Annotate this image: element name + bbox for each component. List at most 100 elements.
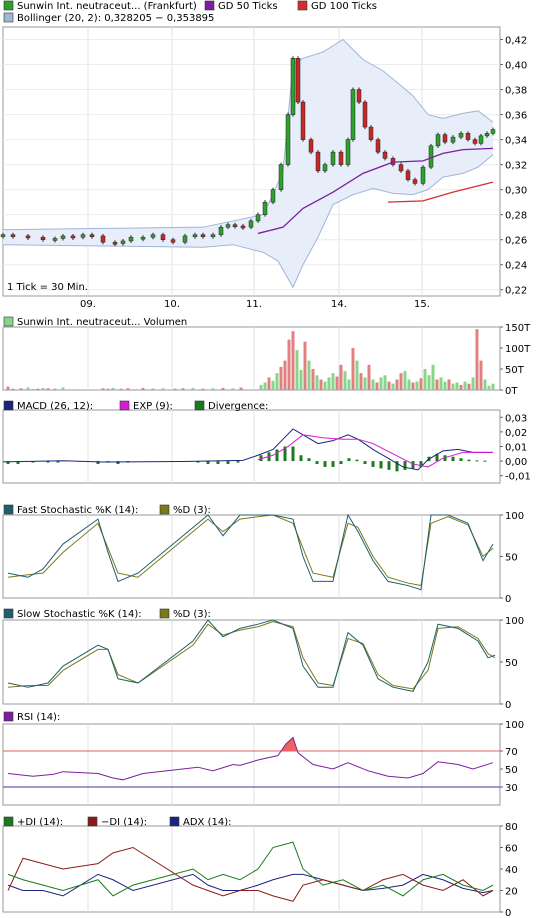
- price-candle: [100, 235, 106, 243]
- volume-bar: [279, 366, 283, 390]
- ytick-label: -0,01: [505, 472, 531, 483]
- ytick-label: 0,32: [505, 161, 527, 172]
- price-candle: [356, 89, 362, 103]
- price-candle: [150, 234, 156, 238]
- divergence-bar: [355, 459, 359, 462]
- volume-bar: [399, 373, 403, 390]
- price-candle: [405, 170, 411, 180]
- ytick-label: 50: [505, 658, 518, 669]
- price-candle: [140, 236, 146, 240]
- divergence-bar: [315, 461, 319, 465]
- price-candle: [40, 236, 46, 240]
- price-candle: [25, 235, 31, 239]
- price-candle: [192, 234, 198, 237]
- divergence-bar: [323, 461, 327, 467]
- price-candle: [160, 234, 166, 240]
- price-candle: [490, 129, 496, 134]
- volume-bar: [487, 385, 491, 390]
- xtick-label: 15.: [414, 299, 430, 310]
- stock-chart: 0,42 0,40 0,38 0,36 0,34 0,32 0,30 0,28 0,26 0,24…: [0, 0, 531, 918]
- legend-label: +DI (14):: [17, 817, 63, 828]
- price-candle: [170, 239, 176, 243]
- price-candle: [270, 189, 276, 203]
- divergence-bar: [379, 461, 383, 469]
- volume-bar: [41, 387, 45, 390]
- ytick-label: 150T: [505, 323, 531, 334]
- volume-bar: [427, 375, 431, 390]
- ytick-label: 0T: [505, 386, 518, 397]
- legend-label: GD 50 Ticks: [218, 1, 278, 12]
- price-candle: [210, 234, 216, 237]
- volume-bar: [291, 331, 295, 390]
- legend-swatch: [3, 504, 14, 515]
- panel-6-frame: [2, 825, 501, 913]
- legend-swatch: [3, 316, 14, 327]
- volume-bar: [355, 360, 359, 390]
- price-candle: [362, 101, 368, 128]
- price-candle: [248, 220, 254, 228]
- price-candle: [218, 226, 224, 235]
- ytick-label: 50: [505, 765, 518, 776]
- divergence-bar: [403, 461, 407, 470]
- volume-bar: [363, 377, 367, 390]
- legend-label: Divergence:: [208, 401, 268, 412]
- volume-bar: [283, 360, 287, 390]
- volume-bar: [151, 388, 155, 390]
- volume-bar: [173, 388, 177, 390]
- price-candle: [322, 164, 328, 172]
- price-candle: [112, 241, 118, 245]
- volume-bar: [101, 388, 105, 390]
- panel-5-frame: [2, 723, 501, 806]
- volume-bar: [475, 329, 479, 390]
- legend-label: %D (3):: [173, 609, 211, 620]
- ytick-label: 0,26: [505, 236, 527, 247]
- legend-label: RSI (14):: [17, 712, 60, 723]
- ytick-label: 0,22: [505, 286, 527, 297]
- ytick-label: 0,30: [505, 186, 527, 197]
- volume-bar: [141, 387, 145, 390]
- xtick-label: 14.: [331, 299, 347, 310]
- legend-swatch: [3, 0, 14, 11]
- price-candle: [465, 133, 471, 140]
- price-candle: [285, 114, 291, 165]
- volume-bar: [323, 381, 327, 390]
- volume-bar: [347, 379, 351, 390]
- ytick-label: 70: [505, 747, 518, 758]
- ytick-label: 100: [505, 720, 524, 731]
- volume-bar: [19, 388, 23, 390]
- price-candle: [428, 145, 434, 168]
- divergence-bar: [347, 458, 351, 462]
- volume-bar: [335, 376, 339, 390]
- legend-swatch: [169, 816, 180, 827]
- volume-bar: [359, 373, 363, 390]
- ytick-label: 0,42: [505, 36, 527, 47]
- xtick-label: 11.: [246, 299, 262, 310]
- ytick-label: 0,02: [505, 428, 527, 439]
- price-candle: [420, 166, 426, 184]
- divergence-bar: [451, 456, 455, 462]
- price-candle: [338, 151, 344, 165]
- divergence-bar: [291, 446, 295, 462]
- legend-label: Sunwin Int. neutraceut... (Frankfurt): [17, 1, 197, 12]
- ytick-label: 100T: [505, 344, 531, 355]
- price-candle: [0, 234, 6, 237]
- volume-bar: [111, 387, 115, 390]
- legend-label: %D (3):: [173, 505, 211, 516]
- ytick-label: 100: [505, 616, 524, 627]
- price-candle: [412, 179, 418, 184]
- price-candle: [255, 214, 261, 222]
- volume-bar: [319, 379, 323, 390]
- volume-bar: [415, 381, 419, 390]
- volume-bar: [239, 387, 243, 390]
- volume-bar: [263, 382, 267, 390]
- legend-label: ADX (14):: [183, 817, 231, 828]
- ytick-label: 0,24: [505, 261, 527, 272]
- volume-bar: [221, 387, 225, 390]
- volume-bar: [483, 379, 487, 390]
- price-candle: [262, 201, 268, 215]
- price-candle: [368, 126, 374, 140]
- price-candle: [300, 101, 306, 140]
- volume-bar: [161, 388, 165, 390]
- volume-bar: [119, 388, 123, 390]
- price-candle: [398, 164, 404, 172]
